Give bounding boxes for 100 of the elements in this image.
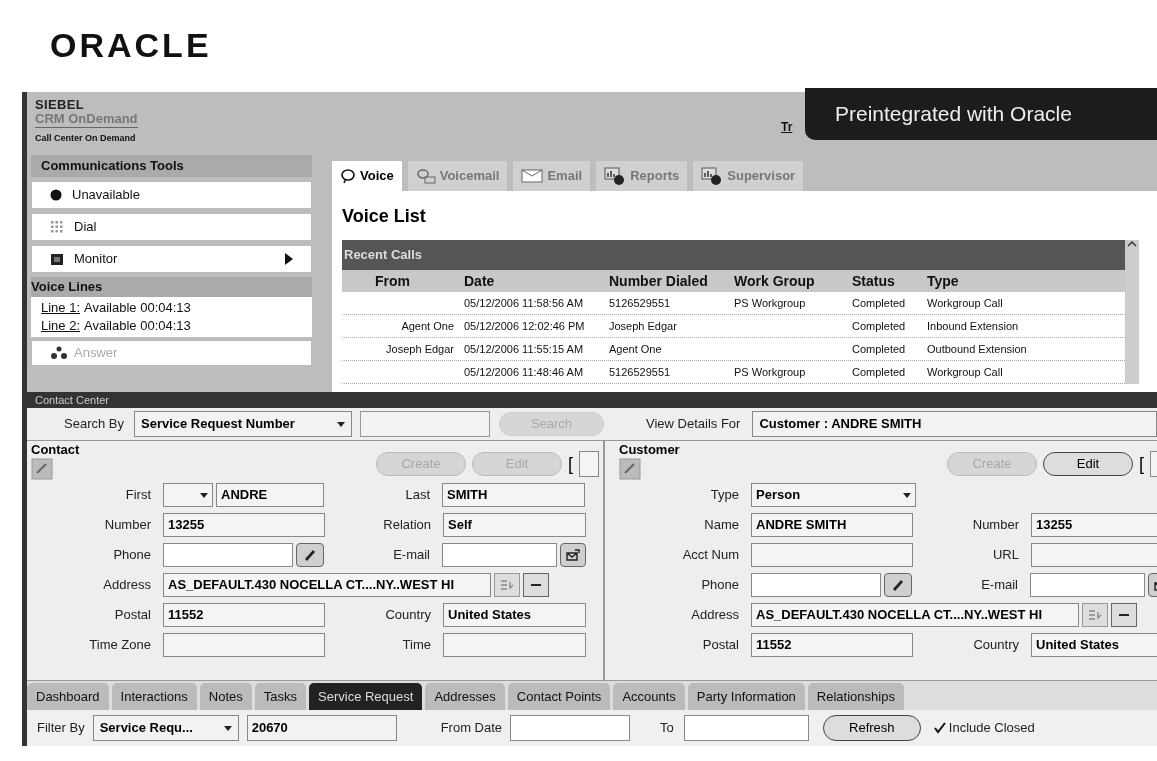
text-field[interactable]: [751, 543, 913, 567]
tab[interactable]: Addresses: [425, 683, 505, 710]
field-label: Postal: [113, 606, 151, 625]
dropdown-caret-icon: [223, 725, 232, 731]
keypad-icon: [50, 220, 64, 234]
table-cell-text: 05/12/2006 11:48:46 AM: [463, 364, 585, 380]
tab[interactable]: Contact Points: [507, 683, 611, 710]
field-label: Time: [401, 636, 431, 655]
table-cell-text: Inbound Extension: [926, 318, 1020, 334]
from-date-field[interactable]: [510, 715, 631, 741]
filter-dropdown[interactable]: Service Requ...: [92, 715, 239, 741]
phone-button[interactable]: [884, 573, 912, 597]
tab[interactable]: Tasks: [254, 683, 306, 710]
table-cell-text: 05/12/2006 11:58:56 AM: [463, 295, 585, 311]
text-field[interactable]: 13255: [1031, 513, 1157, 537]
field-label: Country: [384, 606, 431, 625]
scrollbar[interactable]: [1125, 240, 1139, 384]
text-field[interactable]: 13255: [163, 513, 325, 537]
tool-item[interactable]: Monitor: [31, 245, 312, 273]
tab[interactable]: Service Request: [309, 683, 423, 710]
speech-bubble-icon: [340, 168, 356, 184]
line-status: Available 00:04:13: [84, 299, 191, 317]
field-label: Last: [404, 486, 430, 505]
remove-button[interactable]: [1111, 603, 1137, 627]
text-field[interactable]: [1031, 543, 1157, 567]
tab[interactable]: Notes: [199, 683, 252, 710]
checkmark-icon: [933, 722, 946, 734]
phone-field[interactable]: [751, 573, 881, 597]
refresh-button[interactable]: Refresh: [822, 715, 921, 741]
remove-button[interactable]: [523, 573, 549, 597]
field-label: Postal: [701, 636, 739, 655]
tab[interactable]: Interactions: [111, 683, 197, 710]
table-cell-text: Completed: [851, 341, 907, 357]
text-field[interactable]: 11552: [163, 603, 325, 627]
view-details-dropdown[interactable]: Customer : ANDRE SMITH: [752, 411, 1157, 437]
chart-icon: [701, 167, 724, 185]
text-field[interactable]: 11552: [751, 633, 913, 657]
first-name-field[interactable]: ANDRE: [216, 483, 324, 507]
tab[interactable]: Dashboard: [27, 683, 109, 710]
chart-icon: [604, 167, 627, 185]
product-subtitle: Call Center On Demand: [35, 134, 137, 143]
phone-button[interactable]: [296, 543, 324, 567]
search-by-dropdown[interactable]: Service Request Number: [134, 411, 352, 437]
email-field[interactable]: [1030, 573, 1145, 597]
table-cell-text: Completed: [851, 364, 907, 380]
field-label: To: [660, 719, 674, 738]
mail-icon: [565, 548, 581, 562]
contact-center-bar: Contact Center: [27, 392, 1157, 408]
address-field[interactable]: AS_DEFAULT.430 NOCELLA CT....NY..WEST HI: [163, 573, 491, 597]
table-cell-text: Completed: [851, 318, 907, 334]
scroll-up-icon: [1127, 241, 1137, 247]
field-label: First: [124, 486, 151, 505]
envelope-icon: [521, 169, 544, 183]
email-field[interactable]: [442, 543, 557, 567]
column-header: Date: [463, 272, 496, 291]
lines-arrow-icon: [500, 579, 514, 591]
tab[interactable]: Relationships: [807, 683, 904, 710]
field-label: E-mail: [392, 546, 430, 565]
text-field[interactable]: [163, 633, 325, 657]
tool-item[interactable]: Unavailable: [31, 181, 312, 209]
type-dropdown[interactable]: Person: [751, 483, 916, 507]
field-label: Name: [703, 516, 739, 535]
email-button[interactable]: [560, 543, 586, 567]
text-field[interactable]: [443, 633, 586, 657]
column-header: Type: [926, 272, 960, 291]
text-field[interactable]: SMITH: [442, 483, 585, 507]
field-label: View Details For: [646, 415, 741, 434]
panel-title: Communications Tools: [31, 155, 312, 177]
header-link[interactable]: Tr: [781, 118, 793, 136]
text-field[interactable]: United States: [1031, 633, 1157, 657]
voice-list-title: Voice List: [342, 205, 427, 228]
table-cell-text: 05/12/2006 12:02:46 PM: [463, 318, 586, 334]
line-status: Available 00:04:13: [84, 317, 191, 335]
table-cell-text: Joseph Edgar: [608, 318, 678, 334]
salutation-dropdown[interactable]: [163, 483, 213, 507]
text-field[interactable]: Self: [443, 513, 586, 537]
dropdown-caret-icon: [200, 492, 208, 498]
lines-arrow-icon: [1088, 609, 1102, 621]
field-label: Phone: [112, 546, 151, 565]
line-link[interactable]: Line 1:: [41, 299, 81, 317]
tab[interactable]: Accounts: [613, 683, 685, 710]
column-header: Number Dialed: [608, 272, 709, 291]
phone-field[interactable]: [163, 543, 293, 567]
tab[interactable]: Party Information: [687, 683, 805, 710]
dropdown-caret-icon: [903, 492, 911, 498]
panel-title: Voice Lines: [31, 277, 312, 297]
field-label: Address: [690, 606, 739, 625]
text-field[interactable]: United States: [443, 603, 586, 627]
line-link[interactable]: Line 2:: [41, 317, 81, 335]
to-date-field[interactable]: [683, 715, 809, 741]
table-cell-text: Agent One: [400, 318, 455, 334]
action-button[interactable]: Edit: [1043, 452, 1133, 476]
text-field[interactable]: ANDRE SMITH: [751, 513, 913, 537]
tool-item[interactable]: Dial: [31, 213, 312, 241]
address-field[interactable]: AS_DEFAULT.430 NOCELLA CT....NY..WEST HI: [751, 603, 1079, 627]
table-cell-text: Workgroup Call: [926, 364, 1004, 380]
checkbox[interactable]: [932, 721, 947, 735]
filter-value-field[interactable]: 20670: [246, 715, 397, 741]
tab[interactable]: Voice: [332, 161, 402, 191]
search-field[interactable]: [360, 411, 490, 437]
